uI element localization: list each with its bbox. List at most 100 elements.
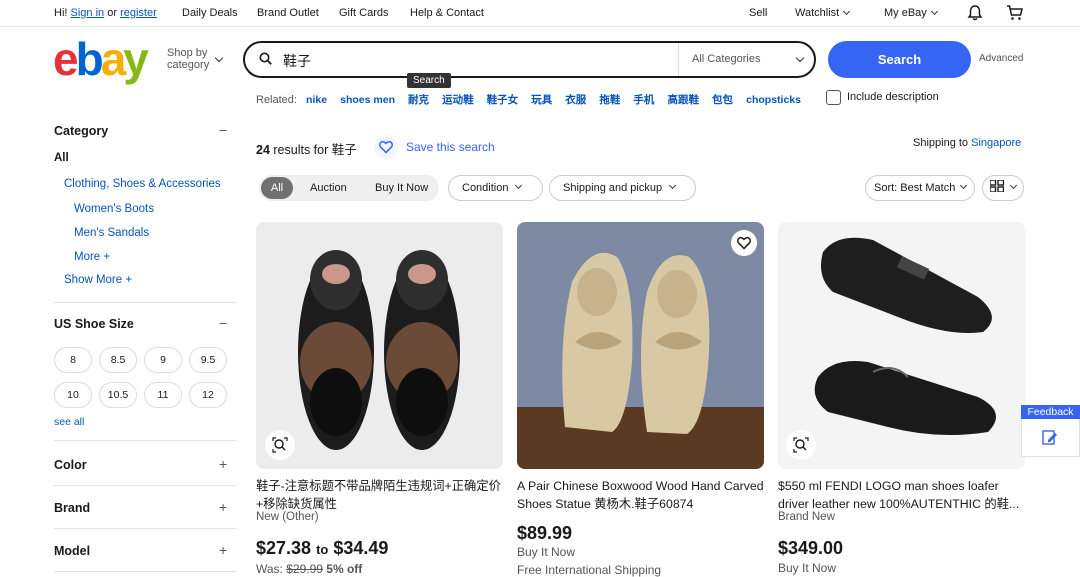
shipping-pickup-label: Shipping and pickup [563,182,663,194]
price-high: $34.49 [333,538,389,558]
category-item[interactable]: Women's Boots [74,203,154,215]
expand-icon[interactable]: + [219,456,227,472]
visual-search-button[interactable] [786,430,816,460]
divider [0,26,1080,27]
expand-icon[interactable]: + [219,499,227,515]
was-label: Was: [256,562,283,576]
chevron-down-icon [960,181,968,190]
related-link[interactable]: nike [306,94,327,106]
collapse-icon[interactable]: − [219,122,227,138]
or-text: or [107,7,117,19]
sell-link[interactable]: Sell [749,7,767,19]
size-chip[interactable]: 8.5 [99,347,137,373]
ebay-logo[interactable]: ebay [53,33,149,85]
results-query: 鞋子 [331,143,357,157]
view-toggle[interactable] [982,175,1024,201]
price-to: to [316,542,329,557]
save-search-link[interactable]: Save this search [406,140,495,154]
shoe-size-heading[interactable]: US Shoe Size [54,317,134,331]
related-link[interactable]: shoes men [340,94,395,106]
product-image[interactable] [256,222,503,469]
size-chip[interactable]: 10 [54,382,92,408]
search-input[interactable]: 鞋子 [283,51,311,71]
register-link[interactable]: register [120,7,157,19]
sort-dropdown[interactable]: Sort: Best Match [865,175,975,201]
related-link[interactable]: 运动鞋 [442,94,474,106]
see-all-link[interactable]: see all [54,416,84,428]
category-select[interactable]: All Categories [692,53,760,65]
category-item[interactable]: Clothing, Shoes & Accessories [64,178,221,190]
advanced-search-link[interactable]: Advanced [979,53,1023,64]
related-link[interactable]: 包包 [712,94,733,106]
divider [54,440,236,441]
wood-shoes-image [517,252,764,469]
model-heading[interactable]: Model [54,544,90,558]
feedback-panel[interactable] [1021,419,1080,457]
product-title[interactable]: A Pair Chinese Boxwood Wood Hand Carved … [517,477,767,513]
logo-letter: e [53,33,79,85]
help-contact-link[interactable]: Help & Contact [410,7,484,19]
watch-button[interactable] [731,230,757,256]
cart-icon[interactable] [1006,4,1024,22]
search-button[interactable]: Search [828,41,971,78]
show-more-link[interactable]: Show More + [64,274,132,286]
filter-auction[interactable]: Auction [310,182,347,194]
expand-icon[interactable]: + [219,542,227,558]
feedback-label[interactable]: Feedback [1021,405,1080,419]
divider [54,485,236,486]
brand-outlet-link[interactable]: Brand Outlet [257,7,319,19]
filter-buy-it-now[interactable]: Buy It Now [375,182,428,194]
my-ebay-label: My eBay [884,7,927,19]
visual-search-button[interactable] [265,430,295,460]
bell-icon[interactable] [966,4,984,22]
product-image[interactable] [778,222,1025,469]
related-link[interactable]: chopsticks [746,94,801,106]
image-search-icon [272,437,288,453]
greeting-text: Hi! [54,7,68,19]
category-heading[interactable]: Category [54,124,108,138]
shipping-country-link[interactable]: Singapore [971,137,1021,149]
gift-cards-link[interactable]: Gift Cards [339,7,389,19]
related-link[interactable]: 拖鞋 [599,94,620,106]
category-item[interactable]: Men's Sandals [74,227,149,239]
search-icon [259,52,272,65]
include-description-checkbox[interactable] [826,90,841,105]
logo-letter: a [100,33,127,85]
shop-by-category-button[interactable]: Shop by category [167,47,209,71]
chevron-down-icon [930,7,938,16]
related-link[interactable]: 高跟鞋 [667,94,699,106]
product-title[interactable]: 鞋子-注意标题不带品牌陌生违规词+正确定价+移除缺货属性 [256,477,506,513]
brand-heading[interactable]: Brand [54,501,90,515]
related-link[interactable]: 鞋子女 [487,94,519,106]
size-chip[interactable]: 10.5 [99,382,137,408]
sort-label: Sort: Best Match [874,182,956,194]
filter-all[interactable]: All [261,177,293,199]
daily-deals-link[interactable]: Daily Deals [182,7,238,19]
product-price: $349.00 [778,538,844,558]
size-chip[interactable]: 12 [189,382,227,408]
condition-filter[interactable]: Condition [448,175,543,201]
related-link[interactable]: 手机 [633,94,654,106]
color-heading[interactable]: Color [54,458,87,472]
size-chip[interactable]: 8 [54,347,92,373]
heart-icon [737,236,751,250]
size-chip[interactable]: 9.5 [189,347,227,373]
product-image[interactable] [517,222,764,469]
category-more[interactable]: More + [74,251,110,263]
category-all[interactable]: All [54,152,69,164]
watchlist-menu[interactable]: Watchlist [795,7,851,19]
size-chip[interactable]: 11 [144,382,182,408]
collapse-icon[interactable]: − [219,315,227,331]
product-title[interactable]: $550 ml FENDI LOGO man shoes loafer driv… [778,477,1024,513]
shipping-pickup-filter[interactable]: Shipping and pickup [549,175,696,201]
feedback-widget[interactable]: Feedback [1021,405,1080,457]
related-link[interactable]: 耐克 [408,94,429,106]
sign-in-link[interactable]: Sign in [71,7,105,19]
product-price: $89.99 [517,523,573,543]
include-description-label[interactable]: Include description [847,91,939,103]
related-link[interactable]: 玩具 [531,94,552,106]
my-ebay-menu[interactable]: My eBay [884,7,938,19]
save-search-button[interactable] [374,135,398,159]
related-link[interactable]: 衣服 [565,94,586,106]
size-chip[interactable]: 9 [144,347,182,373]
